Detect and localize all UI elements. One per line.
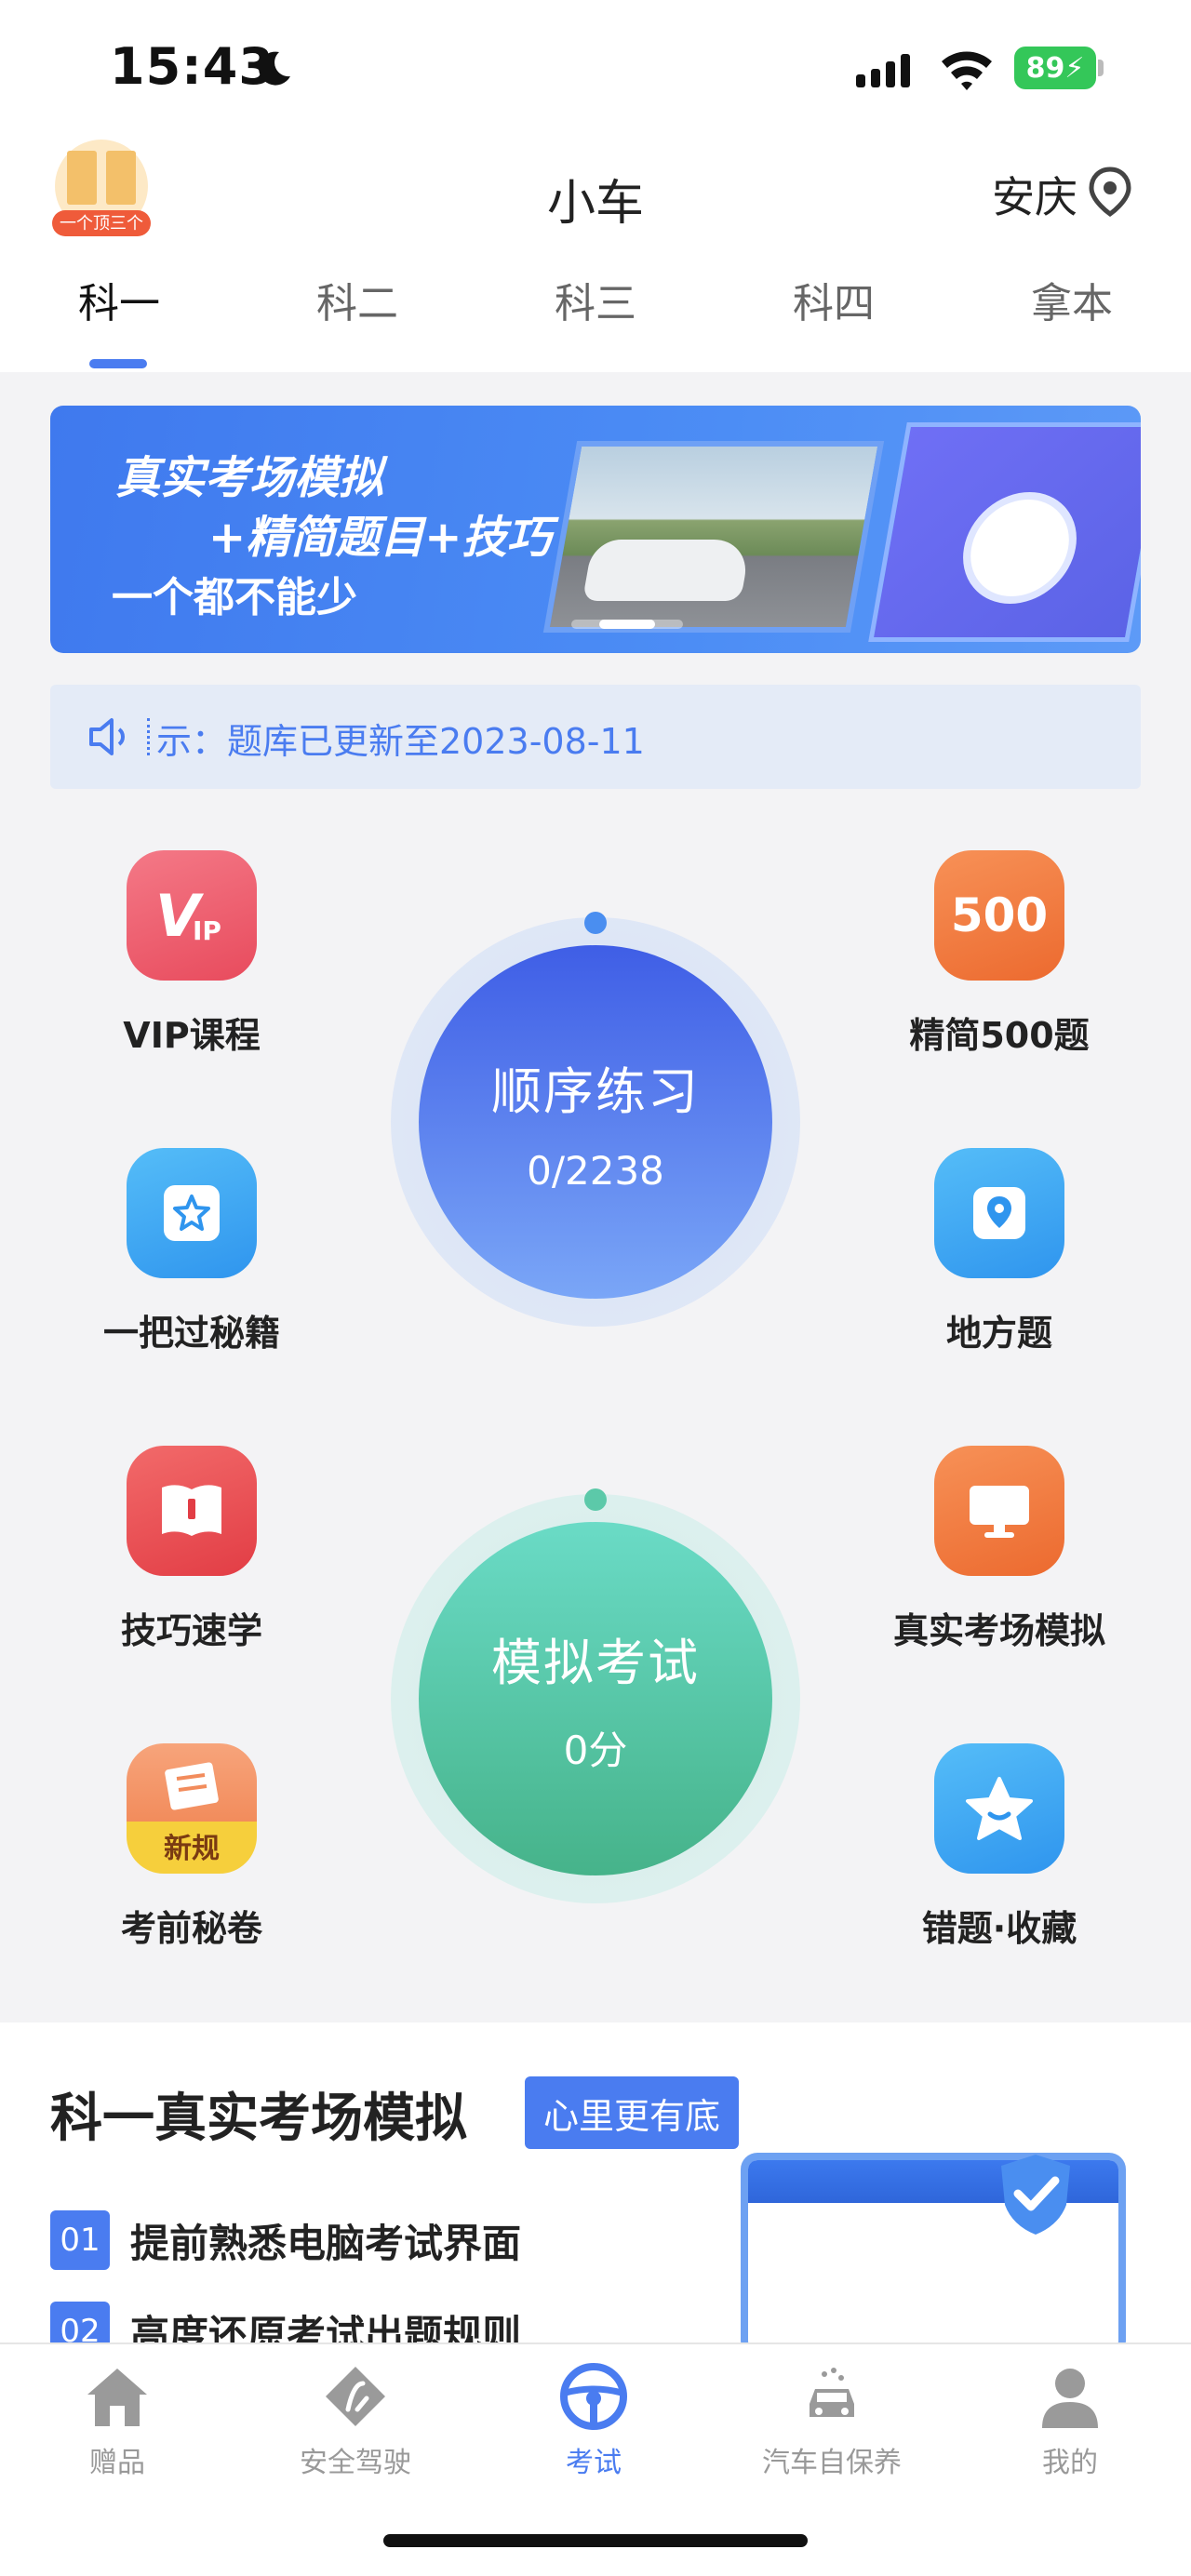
500-icon: 500 [934, 850, 1064, 981]
star-book-icon [127, 1148, 257, 1278]
practice-circle: 顺序练习 0/2238 [419, 945, 772, 1299]
status-time: 15:43 [110, 37, 274, 96]
city-selector[interactable]: 安庆 [992, 164, 1077, 225]
exam-site-photo [542, 441, 885, 633]
wifi-icon [942, 51, 992, 90]
car-image [582, 540, 752, 601]
safe-drive-icon [326, 2367, 385, 2426]
cellular-signal-icon [856, 54, 910, 87]
clock-illustration [868, 422, 1141, 642]
pre-exam-paper-label: 考前秘卷 [120, 1908, 262, 1949]
exam-score: 0分 [563, 1728, 628, 1773]
quick-tips-button[interactable]: 技巧速学 [52, 1446, 331, 1653]
speaker-icon [89, 718, 125, 755]
notice-text: 示：题库已更新至2023-08-11 [156, 721, 645, 762]
mistakes-favorites-label: 错题·收藏 [921, 1908, 1077, 1949]
tab-naben[interactable]: 拿本 [997, 270, 1146, 329]
nav-profile[interactable]: 我的 [977, 2361, 1163, 2480]
battery-tip [1098, 60, 1104, 76]
monitor-icon [934, 1446, 1064, 1576]
section-title: 科一真实考场模拟 [50, 2089, 467, 2149]
practice-title: 顺序练习 [491, 1062, 700, 1121]
home-indicator[interactable] [383, 2534, 808, 2547]
real-exam-sim-label: 真实考场模拟 [892, 1610, 1105, 1651]
section-item-text: 提前熟悉电脑考试界面 [130, 2220, 522, 2266]
section-item: 01 提前熟悉电脑考试界面 [50, 2210, 521, 2270]
vip-course-label: VIP课程 [123, 1015, 261, 1056]
vip-course-button[interactable]: V IP VIP课程 [52, 850, 331, 1058]
exam-paper-icon: 新规 [127, 1743, 257, 1874]
new-rule-badge: 新规 [164, 1833, 220, 1865]
tab-ke4[interactable]: 科四 [759, 270, 908, 329]
star-icon [934, 1743, 1064, 1874]
svg-text:IP: IP [193, 915, 221, 946]
nav-gifts[interactable]: 赠品 [24, 2361, 210, 2480]
notice-bar[interactable]: 示：题库已更新至2023-08-11 [50, 685, 1141, 789]
subject-tabs: 科一 科二 科三 科四 拿本 [0, 270, 1191, 335]
exam-circle: 模拟考试 0分 [419, 1522, 772, 1875]
location-pin-icon[interactable] [1087, 166, 1133, 218]
nav-label: 赠品 [89, 2447, 145, 2479]
local-questions-button[interactable]: 地方题 [860, 1148, 1139, 1355]
nav-car-maintenance[interactable]: 汽车自保养 [739, 2361, 925, 2480]
nav-label: 安全驾驶 [300, 2447, 411, 2479]
moon-icon [259, 51, 290, 86]
vip-icon: V IP [127, 850, 257, 981]
nav-safe-driving[interactable]: 安全驾驶 [262, 2361, 448, 2480]
notice-separator [147, 718, 151, 755]
tab-ke3[interactable]: 科三 [521, 270, 670, 329]
banner-line2: +精简题目+技巧 [208, 512, 552, 564]
map-pin-icon [934, 1148, 1064, 1278]
profile-icon [1042, 2369, 1098, 2428]
nav-label: 考试 [566, 2447, 622, 2479]
tab-ke1[interactable]: 科一 [45, 270, 194, 329]
section-badge: 心里更有底 [525, 2076, 739, 2149]
nav-label: 我的 [1042, 2447, 1098, 2479]
secret-tips-button[interactable]: 一把过秘籍 [52, 1148, 331, 1355]
home-icon [87, 2369, 147, 2426]
exam-progress-dot [584, 1488, 607, 1511]
open-book-icon [127, 1446, 257, 1576]
practice-progress: 0/2238 [527, 1148, 664, 1194]
simple-500-button[interactable]: 500 精简500题 [860, 850, 1139, 1058]
app-header: 一个顶三个 小车 安庆 科一 科二 科三 科四 拿本 [0, 140, 1191, 372]
real-exam-sim-button[interactable]: 真实考场模拟 [860, 1446, 1139, 1653]
banner-line3: 一个都不能少 [112, 574, 357, 621]
promo-banner[interactable]: 真实考场模拟 +精简题目+技巧 一个都不能少 [50, 406, 1141, 653]
local-questions-label: 地方题 [945, 1313, 1052, 1354]
clock-icon [954, 492, 1086, 604]
section-item-number: 01 [50, 2210, 110, 2270]
tab-ke2[interactable]: 科二 [283, 270, 432, 329]
pre-exam-paper-button[interactable]: 新规 考前秘卷 [52, 1743, 331, 1951]
nav-exam[interactable]: 考试 [501, 2361, 687, 2480]
steering-wheel-icon [560, 2363, 627, 2430]
mistakes-favorites-button[interactable]: 错题·收藏 [860, 1743, 1139, 1951]
banner-line1: 真实考场模拟 [115, 452, 384, 504]
car-wash-icon [810, 2368, 854, 2417]
exam-title: 模拟考试 [491, 1634, 700, 1692]
banner-page-indicator [571, 620, 683, 629]
battery-indicator: 89 ⚡ [1014, 47, 1096, 89]
check-shield-icon [1001, 2155, 1070, 2235]
active-tab-indicator [89, 359, 147, 368]
mock-exam-button[interactable]: 模拟考试 0分 [391, 1488, 800, 1903]
secret-tips-label: 一把过秘籍 [102, 1313, 280, 1354]
practice-progress-dot [584, 912, 607, 934]
quick-tips-label: 技巧速学 [120, 1610, 262, 1651]
status-bar: 15:43 89 ⚡ [0, 0, 1191, 140]
sequential-practice-button[interactable]: 顺序练习 0/2238 [391, 912, 800, 1327]
nav-label: 汽车自保养 [762, 2447, 902, 2479]
simple-500-label: 精简500题 [909, 1015, 1090, 1056]
